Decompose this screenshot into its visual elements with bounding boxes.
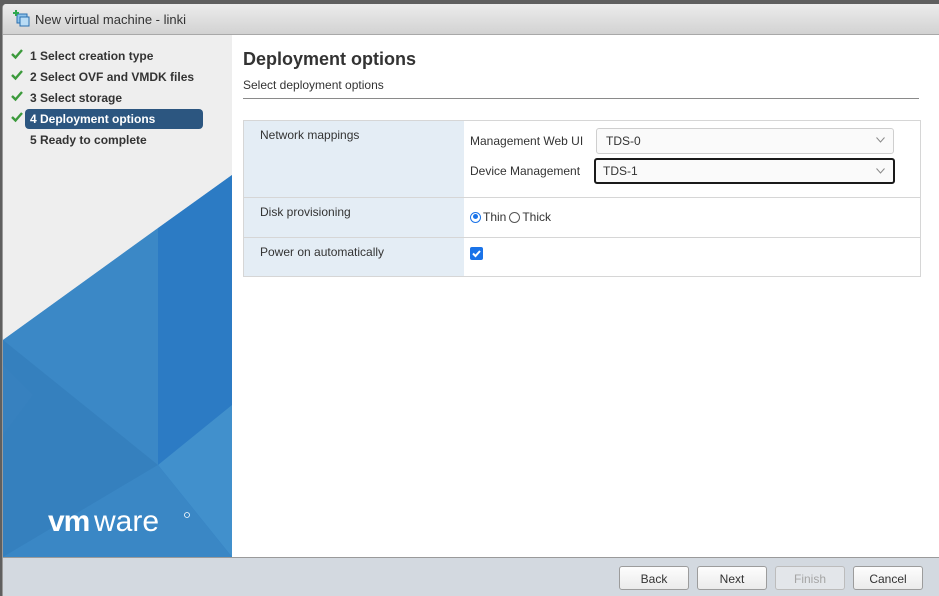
wizard-steps: 1 Select creation type 2 Select OVF and … — [3, 45, 232, 150]
check-icon — [11, 49, 23, 60]
window-title: New virtual machine - linki — [35, 11, 186, 27]
step-label: 3 Select storage — [30, 90, 123, 105]
disk-provisioning-value: Thin Thick — [464, 198, 920, 237]
select-value: TDS-0 — [606, 134, 641, 148]
network-mappings-row: Network mappings Management Web UI TDS-0… — [244, 121, 920, 198]
cancel-button[interactable]: Cancel — [853, 566, 923, 590]
step-select-creation-type[interactable]: 1 Select creation type — [3, 45, 232, 66]
finish-button[interactable]: Finish — [775, 566, 845, 590]
registered-mark-icon — [184, 512, 190, 518]
management-web-ui-select[interactable]: TDS-0 — [596, 128, 894, 154]
power-on-value — [464, 238, 920, 276]
thin-radio[interactable] — [470, 211, 481, 223]
step-label: 5 Ready to complete — [30, 132, 147, 147]
step-label: 4 Deployment options — [25, 108, 203, 129]
step-ready-to-complete[interactable]: 5 Ready to complete — [3, 129, 232, 150]
title-bar[interactable]: New virtual machine - linki — [3, 4, 939, 35]
wizard-footer: Back Next Finish Cancel — [3, 557, 939, 596]
disk-provisioning-label: Disk provisioning — [244, 198, 464, 237]
check-icon — [11, 91, 23, 102]
network-mappings-value: Management Web UI TDS-0 Device Managemen… — [464, 121, 920, 197]
page-title: Deployment options — [243, 49, 417, 69]
disk-provisioning-radio-group: Thin Thick — [464, 198, 920, 236]
vmware-logo-ware: ware — [93, 505, 159, 537]
power-on-row: Power on automatically — [244, 238, 920, 276]
main-content: Deployment options Select deployment opt… — [232, 35, 939, 557]
thick-radio[interactable] — [509, 211, 521, 223]
header-divider — [243, 98, 919, 99]
step-label: 2 Select OVF and VMDK files — [30, 69, 195, 84]
check-icon — [11, 70, 23, 81]
power-on-label: Power on automatically — [244, 238, 464, 276]
network-mappings-label: Network mappings — [244, 121, 464, 197]
select-value: TDS-1 — [603, 164, 638, 178]
thick-radio-label[interactable]: Thick — [522, 210, 551, 224]
new-vm-wizard-dialog: New virtual machine - linki 1 Select cre… — [2, 4, 939, 596]
step-deployment-options[interactable]: 4 Deployment options — [3, 108, 232, 129]
vmware-logo: vm ware — [48, 505, 190, 537]
mapping-name: Management Web UI — [470, 134, 584, 148]
new-vm-icon — [12, 10, 30, 28]
next-button[interactable]: Next — [697, 566, 767, 590]
disk-provisioning-row: Disk provisioning Thin Thick — [244, 198, 920, 238]
thin-radio-label[interactable]: Thin — [483, 210, 506, 224]
mapping-row-device-management: Device Management TDS-1 — [464, 156, 920, 186]
checkmark-icon — [472, 250, 481, 258]
chevron-down-icon — [876, 168, 885, 174]
step-select-ovf-vmdk-files[interactable]: 2 Select OVF and VMDK files — [3, 66, 232, 87]
mapping-row-management-web-ui: Management Web UI TDS-0 — [464, 126, 920, 156]
step-label: 1 Select creation type — [30, 48, 154, 63]
power-on-checkbox[interactable] — [470, 247, 483, 260]
vmware-logo-vm: vm — [48, 505, 89, 537]
deployment-options-table: Network mappings Management Web UI TDS-0… — [243, 120, 921, 277]
wizard-sidebar: 1 Select creation type 2 Select OVF and … — [3, 35, 232, 557]
step-select-storage[interactable]: 3 Select storage — [3, 87, 232, 108]
mapping-name: Device Management — [470, 164, 581, 178]
page-subtitle: Select deployment options — [243, 78, 384, 92]
back-button[interactable]: Back — [619, 566, 689, 590]
check-icon — [11, 112, 23, 123]
device-management-select[interactable]: TDS-1 — [594, 158, 895, 184]
chevron-down-icon — [876, 137, 885, 143]
